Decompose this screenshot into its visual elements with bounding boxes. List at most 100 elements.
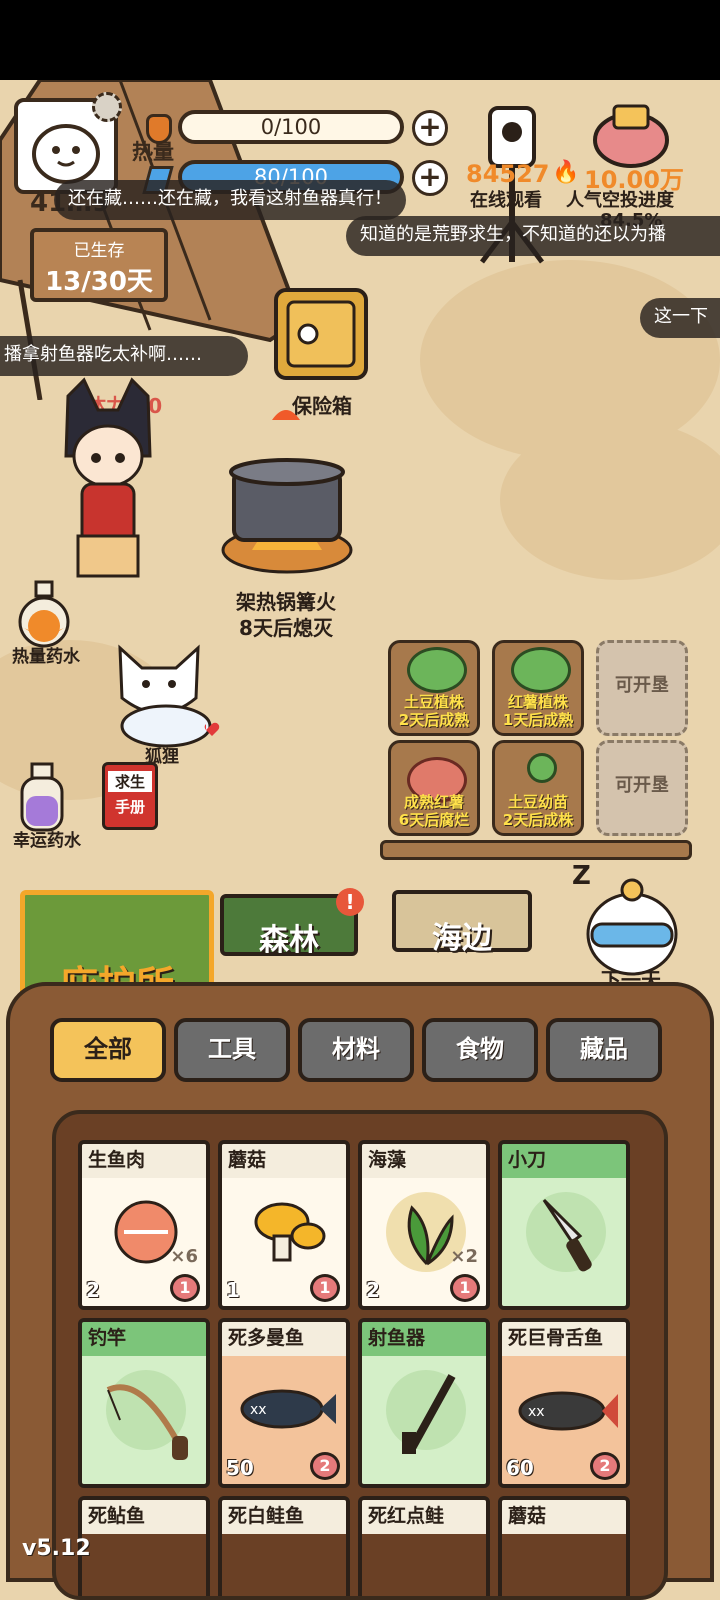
danmaku-message: 播拿射鱼器吃太补啊……	[0, 336, 248, 376]
luck-potion-icon[interactable]	[16, 762, 68, 834]
seedling-icon	[527, 753, 557, 783]
heat-value-badge: 60	[506, 1456, 534, 1480]
heat-bar: 0/100	[178, 110, 404, 144]
stomach-value-badge: 1	[170, 1274, 200, 1302]
item-name: 生鱼肉	[82, 1144, 206, 1178]
flame-icon: 🔥	[552, 160, 580, 185]
heat-value-badge: 2	[86, 1278, 100, 1302]
settings-gear-icon[interactable]	[92, 92, 122, 122]
heat-label: 热量	[132, 140, 174, 164]
heat-value-badge: 50	[226, 1456, 254, 1480]
item-name: 小刀	[502, 1144, 626, 1178]
heat-value-badge: 1	[226, 1278, 240, 1302]
stomach-value-badge: 2	[310, 1452, 340, 1480]
campfire-pot-icon[interactable]	[212, 400, 362, 590]
danmaku-message: 知道的是荒野求生，不知道的还以为播	[346, 216, 720, 256]
plot-line-2: 6天后腐烂	[398, 811, 470, 829]
inventory-grid: 生鱼肉 ×6 2 1 蘑菇 1 1 海藻 ×2 2 1 小刀 钓竿 死多曼鱼 x…	[52, 1110, 668, 1600]
stomach-value-badge: 2	[590, 1452, 620, 1480]
heat-value-badge: 2	[366, 1278, 380, 1302]
luck-potion-label: 幸运药水	[13, 831, 81, 851]
forest-label: 森林	[259, 923, 319, 958]
farm-plot-empty[interactable]: 可开垦	[596, 740, 688, 836]
plot-line-2: 2天后成熟	[398, 711, 470, 729]
speargun-icon	[402, 1374, 456, 1454]
inventory-item[interactable]: 射鱼器	[358, 1318, 490, 1488]
item-name: 蘑菇	[502, 1500, 626, 1534]
safe-icon[interactable]	[272, 286, 370, 390]
item-name: 死红点鲑	[362, 1500, 486, 1534]
inventory-item[interactable]: 死红点鲑	[358, 1496, 490, 1596]
item-name: 死多曼鱼	[222, 1322, 346, 1356]
item-name: 海藻	[362, 1144, 486, 1178]
game-scene: 41…9 热量 0/100 + 80/100 + 84527 🔥 10.00万 …	[0, 80, 720, 1600]
danmaku-message: 还在藏……还在藏，我看这射鱼器真行！	[54, 180, 406, 220]
heat-potion-icon[interactable]	[16, 580, 72, 650]
forest-alert-badge: !	[336, 888, 364, 916]
manual-label-2: 手册	[114, 798, 145, 816]
plot-line-2: 1天后成熟	[502, 711, 574, 729]
dead-fish-icon: xx	[240, 1389, 336, 1429]
farm-plot[interactable]: 红薯植株 1天后成熟	[492, 640, 584, 736]
tab-materials[interactable]: 材料	[298, 1018, 414, 1082]
farm-plot[interactable]: 成熟红薯 6天后腐烂	[388, 740, 480, 836]
danmaku-message: 这一下	[640, 298, 720, 338]
item-count: ×2	[450, 1246, 478, 1267]
campfire-label-2: 8天后熄灭	[239, 616, 333, 640]
svg-text:xx: xx	[528, 1404, 545, 1420]
plant-icon	[407, 647, 467, 693]
item-count: ×6	[170, 1246, 198, 1267]
svg-text:Z: Z	[572, 861, 591, 891]
farm-plot[interactable]: 土豆植株 2天后成熟	[388, 640, 480, 736]
airdrop-label: 人气空投进度	[566, 190, 674, 211]
tab-collectibles[interactable]: 藏品	[546, 1018, 662, 1082]
farm-plot-empty[interactable]: 可开垦	[596, 640, 688, 736]
fox-pet-icon[interactable]	[106, 638, 222, 750]
add-heat-button[interactable]: +	[412, 110, 448, 146]
survival-label: 已生存	[73, 241, 125, 261]
dead-arapaima-icon: xx	[518, 1391, 618, 1431]
player-character	[64, 377, 152, 578]
next-day-character[interactable]: Z	[570, 854, 682, 984]
inventory-item[interactable]: 蘑菇 1 1	[218, 1140, 350, 1310]
plot-line-1: 土豆幼苗	[507, 793, 568, 811]
inventory-item[interactable]: 海藻 ×2 2 1	[358, 1140, 490, 1310]
survival-days: 13/30天	[45, 267, 153, 297]
campfire-label-1: 架热锅篝火	[236, 590, 336, 614]
plot-line-1: 红薯植株	[507, 693, 568, 711]
fishing-rod-icon	[106, 1384, 188, 1460]
item-name: 死巨骨舌鱼	[502, 1322, 626, 1356]
tab-tools[interactable]: 工具	[174, 1018, 290, 1082]
inventory-item[interactable]: 蘑菇	[498, 1496, 630, 1596]
ground-patch	[500, 420, 720, 580]
item-name: 钓竿	[82, 1322, 206, 1356]
stomach-value-badge: 1	[450, 1274, 480, 1302]
inventory-item[interactable]: 钓竿	[78, 1318, 210, 1488]
item-name: 死鲇鱼	[82, 1500, 206, 1534]
knife-icon	[542, 1198, 592, 1272]
inventory-item[interactable]: 死鲇鱼	[78, 1496, 210, 1596]
version-label: v5.12	[22, 1536, 91, 1561]
tab-all[interactable]: 全部	[50, 1018, 166, 1082]
inventory-item[interactable]: 死白鲑鱼	[218, 1496, 350, 1596]
add-energy-button[interactable]: +	[412, 160, 448, 196]
farm-plot[interactable]: 土豆幼苗 2天后成株	[492, 740, 584, 836]
plot-line-1: 可开垦	[615, 675, 669, 696]
item-name: 射鱼器	[362, 1322, 486, 1356]
stomach-value-badge: 1	[310, 1274, 340, 1302]
category-tabs: 全部 工具 材料 食物 藏品	[44, 1018, 684, 1084]
inventory-item[interactable]: 死多曼鱼 xx 50 2	[218, 1318, 350, 1488]
manual-label-1: 求生	[108, 771, 152, 792]
plant-icon	[511, 647, 571, 693]
item-name: 蘑菇	[222, 1144, 346, 1178]
beach-location[interactable]: 海边	[392, 890, 532, 956]
inventory-item[interactable]: 死巨骨舌鱼 xx 60 2	[498, 1318, 630, 1488]
plot-line-1: 可开垦	[615, 775, 669, 796]
inventory-item[interactable]: 生鱼肉 ×6 2 1	[78, 1140, 210, 1310]
inventory-item[interactable]: 小刀	[498, 1140, 630, 1310]
tab-food[interactable]: 食物	[422, 1018, 538, 1082]
survival-manual-button[interactable]: 求生 手册	[102, 762, 158, 830]
plot-line-1: 成熟红薯	[403, 793, 464, 811]
plot-line-2: 2天后成株	[502, 811, 574, 829]
item-name: 死白鲑鱼	[222, 1500, 346, 1534]
